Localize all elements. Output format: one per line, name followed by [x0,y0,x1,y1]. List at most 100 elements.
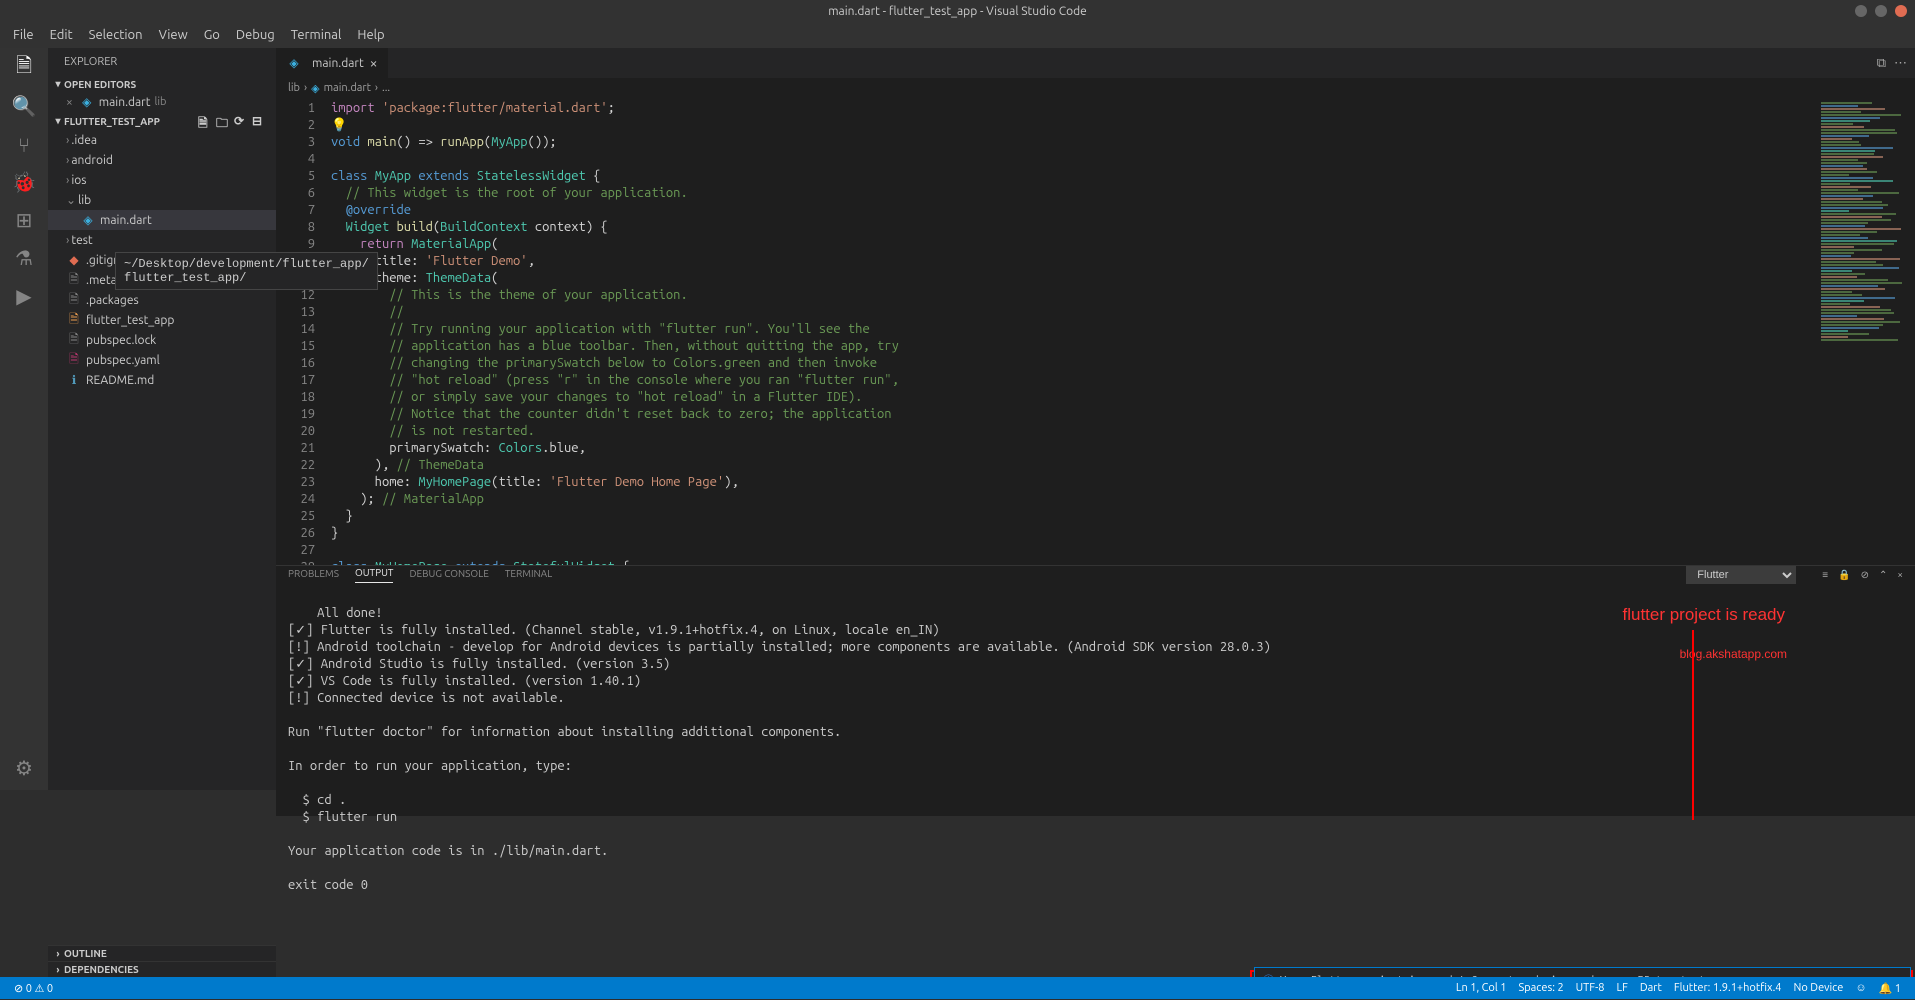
panel-tab-output[interactable]: Output [355,567,394,583]
sidebar: Explorer ▾ Open Editors × ◈ main.dart li… [48,48,276,790]
status-cursor[interactable]: Ln 1, Col 1 [1450,982,1513,995]
menu-debug[interactable]: Debug [228,28,283,42]
panel-actions: ≡ 🔒 ⊘ ⌃ × [1822,569,1903,581]
tree-file[interactable]: ℹREADME.md [48,370,276,390]
project-toolbar: 🗎 🗀 ⟳ ⊟ [198,114,272,128]
bottom-panel: Problems Output Debug Console Terminal F… [276,565,1915,816]
panel-tab-problems[interactable]: Problems [288,568,339,583]
menu-go[interactable]: Go [196,28,228,42]
flutter-icon[interactable]: ▶ [12,284,36,308]
annotation-url: blog.akshatapp.com [1680,646,1787,663]
clear-icon[interactable]: ⊘ [1861,569,1869,581]
status-notifications-icon[interactable]: 🔔 1 [1873,982,1907,995]
menu-bar: File Edit Selection View Go Debug Termin… [0,22,1915,48]
editor-tabs: ◈ main.dart × ⧉ ⋯ [276,48,1915,78]
chevron-down-icon: ▾ [52,115,64,127]
tree-folder[interactable]: › android [48,150,276,170]
refresh-icon[interactable]: ⟳ [234,114,248,128]
tree-file[interactable]: 🗎.packages [48,290,276,310]
editor-tab[interactable]: ◈ main.dart × [276,48,389,78]
menu-file[interactable]: File [5,28,42,42]
file-icon: 🗎 [66,332,82,348]
chevron-right-icon: › [52,964,64,975]
markdown-file-icon: ℹ [66,372,82,388]
menu-view[interactable]: View [151,28,196,42]
status-encoding[interactable]: UTF-8 [1570,982,1611,995]
status-eol[interactable]: LF [1611,982,1634,995]
open-editor-item[interactable]: × ◈ main.dart lib [48,92,276,112]
chevron-down-icon: ▾ [52,78,64,90]
panel-tab-debug-console[interactable]: Debug Console [409,568,488,583]
status-flutter[interactable]: Flutter: 1.9.1+hotfix.4 [1668,982,1788,995]
dart-file-icon: ◈ [79,94,95,110]
open-editors-header[interactable]: ▾ Open Editors [48,76,276,92]
panel-tabs: Problems Output Debug Console Terminal F… [276,566,1915,584]
project-header[interactable]: ▾ flutter_test_app 🗎 🗀 ⟳ ⊟ [48,112,276,130]
search-icon[interactable]: 🔍 [12,94,36,118]
breadcrumbs[interactable]: lib › ◈ main.dart › ... [276,78,1915,98]
activity-bar: 🗎 🔍 ⑂ 🐞 ⊞ ⚗ ▶ ⚙ [0,48,48,790]
file-icon: 🗎 [66,292,82,308]
maximize-button[interactable] [1875,5,1887,17]
list-icon[interactable]: ≡ [1822,569,1828,581]
more-actions-icon[interactable]: ⋯ [1894,56,1907,71]
tree-file[interactable]: 🗎pubspec.yaml [48,350,276,370]
yaml-file-icon: 🗎 [66,352,82,368]
debug-icon[interactable]: 🐞 [12,170,36,194]
git-icon: ◆ [66,252,82,268]
status-device[interactable]: No Device [1788,982,1850,995]
dart-file-icon: ◈ [80,212,96,228]
output-content[interactable]: All done! [✓] Flutter is fully installed… [276,584,1915,1000]
iml-file-icon: 🗎 [66,312,82,328]
window-controls [1855,5,1907,17]
outline-header[interactable]: › Outline [48,945,276,961]
close-panel-icon[interactable]: × [1897,569,1903,581]
sidebar-bottom-sections: › Outline › Dependencies [48,945,276,977]
chevron-right-icon: › [52,948,64,959]
status-bar: ⊘ 0 ⚠ 0 Ln 1, Col 1 Spaces: 2 UTF-8 LF D… [0,977,1915,999]
window-title: main.dart - flutter_test_app - Visual St… [828,5,1087,18]
tree-file[interactable]: 🗎pubspec.lock [48,330,276,350]
maximize-panel-icon[interactable]: ⌃ [1879,569,1887,581]
tree-folder[interactable]: › .idea [48,130,276,150]
status-problems[interactable]: ⊘ 0 ⚠ 0 [8,982,59,995]
tree-folder[interactable]: › ios [48,170,276,190]
output-channel-selector[interactable]: Flutter [1686,566,1796,584]
dependencies-header[interactable]: › Dependencies [48,961,276,977]
settings-icon[interactable]: ⚙ [12,756,36,780]
tree-folder[interactable]: ⌄ lib [48,190,276,210]
title-bar: main.dart - flutter_test_app - Visual St… [0,0,1915,22]
file-icon: 🗎 [66,272,82,288]
lock-icon[interactable]: 🔒 [1838,569,1850,581]
new-folder-icon[interactable]: 🗀 [216,114,230,128]
status-right: Ln 1, Col 1 Spaces: 2 UTF-8 LF Dart Flut… [1450,982,1907,995]
panel-tab-terminal[interactable]: Terminal [505,568,552,583]
extensions-icon[interactable]: ⊞ [12,208,36,232]
sidebar-title: Explorer [48,48,276,76]
status-indentation[interactable]: Spaces: 2 [1512,982,1569,995]
source-control-icon[interactable]: ⑂ [12,132,36,156]
menu-help[interactable]: Help [349,28,392,42]
tree-file[interactable]: 🗎flutter_test_app [48,310,276,330]
editor-tab-actions: ⧉ ⋯ [1877,56,1915,71]
close-icon[interactable]: × [66,96,73,109]
tree-folder[interactable]: › test [48,230,276,250]
close-icon[interactable]: × [370,55,378,71]
collapse-icon[interactable]: ⊟ [252,114,266,128]
menu-terminal[interactable]: Terminal [283,28,350,42]
menu-selection[interactable]: Selection [81,28,151,42]
dart-file-icon: ◈ [286,55,302,71]
status-language[interactable]: Dart [1634,982,1668,995]
annotation-text: flutter project is ready [1622,606,1785,623]
minimize-button[interactable] [1855,5,1867,17]
annotation-box [1692,630,1695,820]
tree-file[interactable]: ◈main.dart [48,210,276,230]
close-button[interactable] [1895,5,1907,17]
menu-edit[interactable]: Edit [42,28,81,42]
status-feedback-icon[interactable]: ☺ [1849,982,1872,995]
split-editor-icon[interactable]: ⧉ [1877,56,1886,71]
explorer-icon[interactable]: 🗎 [12,56,36,80]
new-file-icon[interactable]: 🗎 [198,114,212,128]
test-icon[interactable]: ⚗ [12,246,36,270]
path-tooltip: ~/Desktop/development/flutter_app/ flutt… [115,252,378,290]
